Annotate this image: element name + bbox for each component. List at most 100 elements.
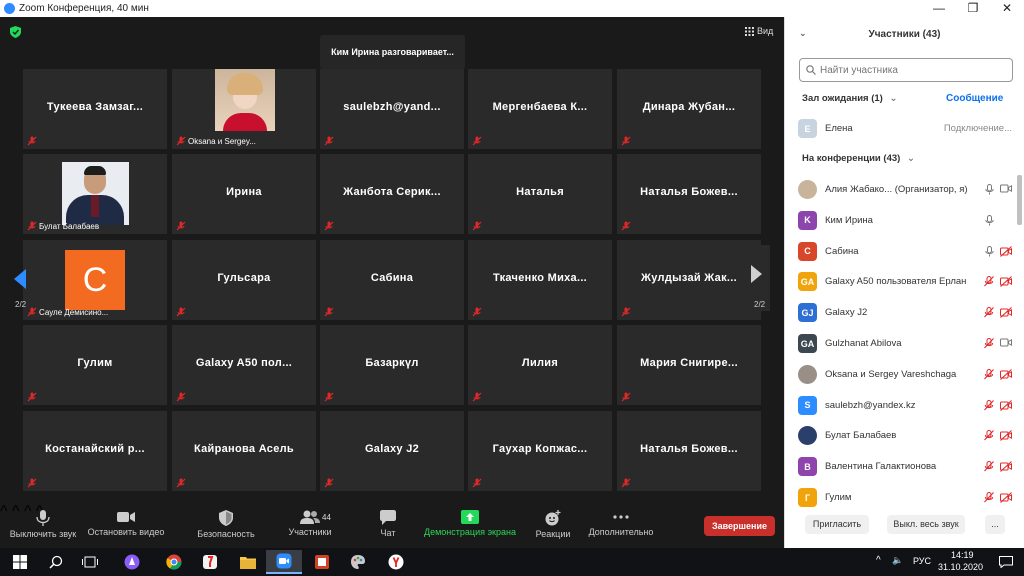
mute-all-button[interactable]: Выкл. весь звук — [887, 515, 965, 534]
video-tile[interactable]: Гаухар Копжас... — [468, 411, 612, 491]
video-tile[interactable]: Динара Жубан... — [617, 69, 761, 149]
participant-row[interactable]: GJ Galaxy J2 — [798, 297, 1012, 328]
video-tile[interactable]: Наталья Божев... — [617, 411, 761, 491]
participant-name: Тукеева Замзаг... — [46, 101, 144, 113]
participants-button[interactable]: Участники — [284, 503, 336, 548]
start-button[interactable] — [2, 550, 38, 574]
volume-icon[interactable]: 🔈 — [892, 555, 903, 566]
video-tile[interactable]: Гульсара — [172, 240, 316, 320]
end-meeting-button[interactable]: Завершение — [704, 516, 775, 536]
notifications-button[interactable] — [988, 550, 1024, 574]
participant-row[interactable]: Ssaulebzh@yandex.kz — [798, 390, 1012, 421]
waiting-participant-row[interactable]: E Елена Подключение... — [798, 113, 1012, 144]
minimize-button[interactable]: — — [922, 0, 956, 17]
participant-status-icons — [984, 368, 1012, 380]
tray-expand-icon[interactable]: ^ — [876, 555, 881, 566]
participant-row[interactable]: B Валентина Галактионова — [798, 451, 1012, 482]
video-tile[interactable]: С Сауле Демисино... — [23, 240, 167, 320]
video-tile[interactable]: Кайранова Асель — [172, 411, 316, 491]
video-tile[interactable]: Oksana и Sergey... — [172, 69, 316, 149]
video-tile[interactable]: Наталья — [468, 154, 612, 234]
taskbar-app-yandex-browser[interactable] — [192, 550, 228, 574]
video-tile[interactable]: Базаркүл — [320, 325, 464, 405]
participant-row[interactable]: Oksana и Sergey Vareshchaga — [798, 359, 1012, 390]
participant-list-scrollbar[interactable] — [1017, 167, 1022, 507]
video-off-icon — [1000, 492, 1012, 503]
reaction-smiley-icon — [545, 510, 561, 526]
task-view-button[interactable] — [72, 550, 108, 574]
video-tile[interactable]: Тукеева Замзаг... — [23, 69, 167, 149]
invite-button[interactable]: Пригласить — [805, 515, 869, 534]
participant-name: Костанайский р... — [45, 443, 145, 455]
taskbar-app-presentation[interactable] — [304, 550, 340, 574]
view-button[interactable]: Вид — [745, 26, 773, 36]
collapse-chevron-icon[interactable]: ⌄ — [799, 28, 807, 39]
participant-row[interactable]: Булат Балабаев — [798, 420, 1012, 451]
yandex-browser-icon — [203, 555, 217, 569]
video-tile[interactable]: saulebzh@yand... — [320, 69, 464, 149]
mute-button[interactable]: Выключить звук — [6, 503, 80, 548]
participant-row[interactable]: GA Galaxy A50 пользователя Ерлан — [798, 266, 1012, 297]
more-button[interactable]: Дополнительно — [586, 503, 656, 548]
video-tile[interactable]: Galaxy J2 — [320, 411, 464, 491]
message-waiting-link[interactable]: Сообщение — [946, 93, 1003, 104]
participant-name: Сабина — [370, 272, 414, 284]
taskbar-app-zoom[interactable] — [266, 550, 302, 574]
participant-status-icons — [984, 307, 1012, 319]
participant-name: Наталья — [516, 186, 564, 198]
participant-status-icons — [985, 184, 1012, 195]
stop-video-button[interactable]: Остановить видео — [86, 503, 166, 548]
participant-name: Кайранова Асель — [193, 443, 294, 455]
search-input[interactable] — [820, 64, 1000, 76]
video-tile[interactable]: Булат Балабаев — [23, 154, 167, 234]
in-meeting-label[interactable]: На конференции (43) ⌄ — [802, 153, 915, 164]
taskbar-app-chrome[interactable] — [156, 550, 192, 574]
video-tile[interactable]: Гулим — [23, 325, 167, 405]
participant-row[interactable]: K Ким Ирина — [798, 205, 1012, 236]
participant-status-icons — [985, 245, 1012, 257]
taskbar-search[interactable] — [38, 550, 74, 574]
clock-time[interactable]: 14:19 — [951, 550, 974, 560]
close-button[interactable]: ✕ — [990, 0, 1024, 17]
participant-row[interactable]: Г Гулим — [798, 482, 1012, 513]
participant-row[interactable]: Алия Жабако... (Организатор, я) — [798, 174, 1012, 205]
mic-icon — [985, 184, 994, 195]
participant-search[interactable] — [799, 58, 1013, 82]
muted-mic-icon — [472, 221, 482, 231]
input-language[interactable]: РУС — [913, 556, 931, 566]
waiting-room-label[interactable]: Зал ожидания (1) ⌄ — [802, 93, 897, 104]
muted-mic-icon — [27, 478, 37, 488]
video-tile[interactable]: Костанайский р... — [23, 411, 167, 491]
clock-date[interactable]: 31.10.2020 — [938, 562, 983, 572]
participant-name: saulebzh@yand... — [343, 101, 441, 113]
video-tile[interactable]: Ткаченко Миха... — [468, 240, 612, 320]
participant-row[interactable]: C Сабина — [798, 236, 1012, 267]
video-tile[interactable]: Мергенбаева К... — [468, 69, 612, 149]
zoom-app-icon — [4, 3, 15, 14]
encryption-shield-icon[interactable] — [10, 26, 21, 38]
scrollbar-thumb[interactable] — [1017, 175, 1022, 225]
participant-name: Ткаченко Миха... — [492, 272, 588, 284]
video-tile[interactable]: Лилия — [468, 325, 612, 405]
security-button[interactable]: Безопасность — [194, 503, 258, 548]
chat-button[interactable]: Чат — [372, 503, 404, 548]
participant-name: Galaxy A50 пол... — [195, 357, 293, 369]
taskbar-app-assistant[interactable] — [114, 550, 150, 574]
taskbar-app-yandex[interactable] — [378, 550, 414, 574]
video-grid: Тукеева Замзаг... Oksana и Sergey... saule… — [23, 69, 764, 494]
participant-avatar: C — [798, 241, 817, 261]
video-tile[interactable]: Galaxy A50 пол... — [172, 325, 316, 405]
taskbar-app-explorer[interactable] — [230, 550, 266, 574]
taskbar-app-paint[interactable] — [340, 550, 376, 574]
participant-row[interactable]: GA Gulzhanat Abilova — [798, 328, 1012, 359]
panel-more-button[interactable]: ... — [985, 515, 1005, 534]
video-tile[interactable]: Жанбота Серик... — [320, 154, 464, 234]
video-tile[interactable]: Мария Снигире... — [617, 325, 761, 405]
video-tile[interactable]: Сабина — [320, 240, 464, 320]
video-tile[interactable]: Ирина — [172, 154, 316, 234]
share-screen-button[interactable]: Демонстрация экрана — [422, 503, 518, 548]
reactions-button[interactable]: Реакции — [532, 503, 574, 548]
participant-name: Базаркүл — [365, 357, 419, 369]
maximize-button[interactable]: ❐ — [956, 0, 990, 17]
video-tile[interactable]: Наталья Божев... — [617, 154, 761, 234]
